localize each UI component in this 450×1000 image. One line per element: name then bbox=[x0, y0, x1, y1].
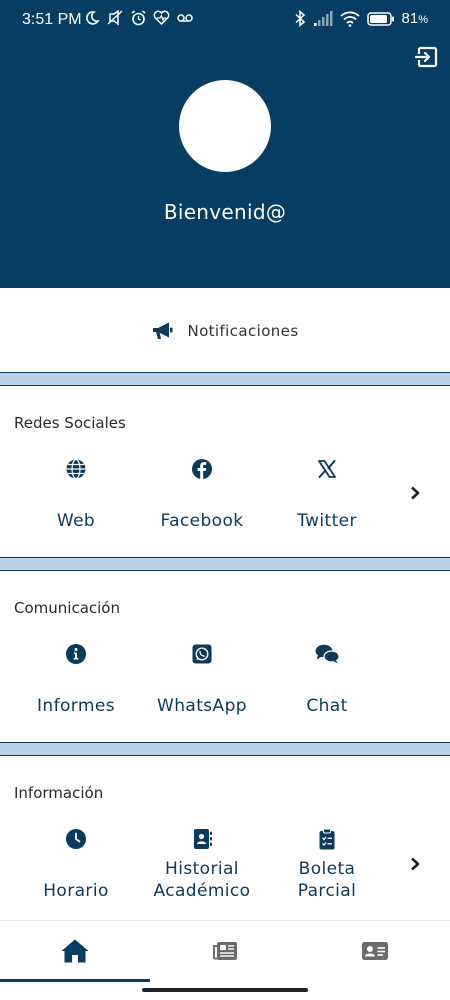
boleta-parcial-label: Boleta Parcial bbox=[264, 858, 390, 902]
information-section: Información Horario Historial Académico bbox=[0, 756, 450, 920]
section-title: Información bbox=[14, 784, 104, 802]
whatsapp-label: WhatsApp bbox=[157, 696, 247, 716]
home-icon bbox=[61, 939, 89, 963]
chevron-right-icon[interactable] bbox=[409, 857, 421, 871]
boleta-parcial-button[interactable]: Boleta Parcial bbox=[264, 828, 390, 908]
web-button[interactable]: Web bbox=[13, 458, 139, 538]
twitter-button[interactable]: Twitter bbox=[264, 458, 390, 538]
informes-label: Informes bbox=[37, 696, 115, 716]
web-label: Web bbox=[56, 511, 96, 531]
section-divider bbox=[0, 557, 450, 571]
facebook-button[interactable]: Facebook bbox=[139, 458, 265, 538]
bottom-navigation bbox=[0, 920, 450, 982]
horario-button[interactable]: Horario bbox=[13, 828, 139, 908]
voicemail-icon bbox=[177, 14, 193, 22]
moon-icon bbox=[86, 11, 100, 25]
status-bar: 3:51 PM 81% bbox=[0, 0, 450, 40]
contact-book-icon bbox=[194, 829, 212, 849]
horario-label: Horario bbox=[43, 881, 109, 901]
nav-home[interactable] bbox=[0, 921, 150, 981]
profile-header: 3:51 PM 81% Bienvenid@ bbox=[0, 0, 450, 288]
chat-label: Chat bbox=[306, 696, 348, 716]
signal-icon bbox=[313, 10, 333, 26]
logout-icon[interactable] bbox=[415, 45, 439, 69]
clipboard-icon bbox=[319, 828, 335, 850]
section-divider bbox=[0, 372, 450, 386]
nav-news[interactable] bbox=[150, 921, 300, 981]
historial-academico-button[interactable]: Historial Académico bbox=[139, 828, 265, 908]
section-title: Redes Sociales bbox=[14, 414, 126, 432]
avatar[interactable] bbox=[179, 80, 271, 172]
twitter-label: Twitter bbox=[297, 511, 357, 531]
x-icon bbox=[318, 460, 336, 478]
id-card-icon bbox=[362, 942, 388, 960]
boleta-line1: Boleta bbox=[298, 859, 356, 879]
battery-unit: % bbox=[418, 14, 428, 26]
info-icon bbox=[66, 644, 86, 664]
active-tab-indicator bbox=[0, 979, 150, 982]
newspaper-icon bbox=[213, 942, 237, 960]
wifi-icon bbox=[339, 11, 360, 27]
muted-icon bbox=[107, 10, 123, 26]
status-time: 3:51 PM bbox=[22, 11, 82, 28]
bluetooth-icon bbox=[295, 10, 305, 27]
nav-profile-card[interactable] bbox=[300, 921, 450, 981]
chevron-right-icon[interactable] bbox=[409, 486, 421, 500]
welcome-title: Bienvenid@ bbox=[163, 200, 287, 224]
social-section: Redes Sociales Web Facebook Twitter bbox=[0, 386, 450, 557]
informes-button[interactable]: Informes bbox=[13, 643, 139, 723]
battery-percent: 81 bbox=[401, 10, 419, 27]
notifications-label: Notificaciones bbox=[187, 322, 299, 340]
chat-button[interactable]: Chat bbox=[264, 643, 390, 723]
communication-section: Comunicación Informes WhatsApp Chat bbox=[0, 571, 450, 742]
historial-academico-label: Historial Académico bbox=[139, 858, 265, 902]
whatsapp-button[interactable]: WhatsApp bbox=[139, 643, 265, 723]
whatsapp-icon bbox=[192, 644, 212, 664]
facebook-label: Facebook bbox=[160, 511, 244, 531]
section-divider bbox=[0, 742, 450, 756]
historial-line2: Académico bbox=[153, 881, 251, 901]
chat-icon bbox=[315, 644, 340, 664]
clock-icon bbox=[66, 829, 86, 849]
historial-line1: Historial bbox=[165, 859, 239, 879]
globe-icon bbox=[66, 458, 86, 480]
megaphone-icon bbox=[153, 322, 173, 339]
battery-icon bbox=[366, 11, 394, 26]
gesture-home-bar[interactable] bbox=[142, 988, 308, 992]
heart-rate-icon bbox=[153, 10, 170, 26]
facebook-icon bbox=[192, 459, 212, 479]
section-title: Comunicación bbox=[14, 599, 120, 617]
notifications-button[interactable]: Notificaciones bbox=[0, 290, 450, 372]
boleta-line2: Parcial bbox=[297, 881, 357, 901]
alarm-icon bbox=[131, 10, 146, 26]
